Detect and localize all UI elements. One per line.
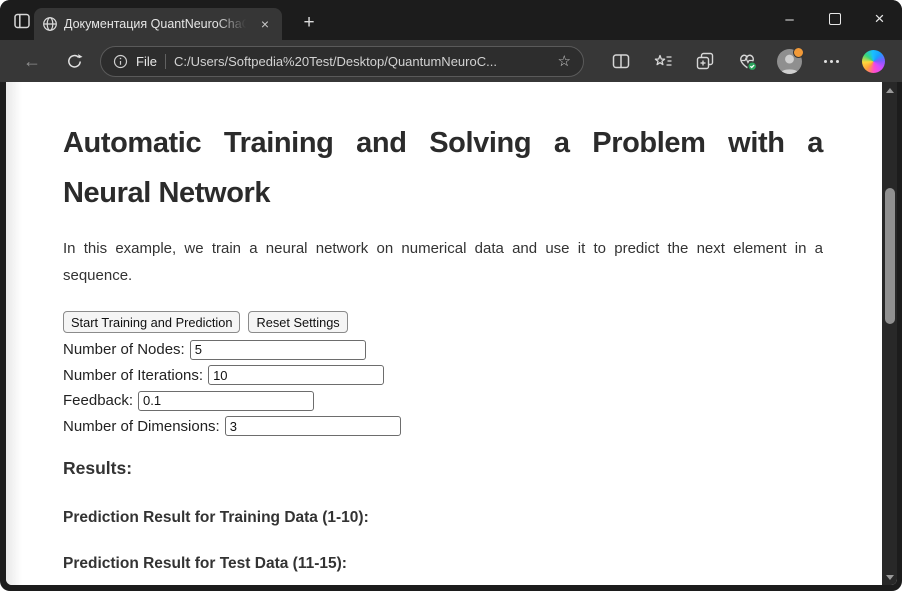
scroll-up-arrow-icon [885, 87, 894, 93]
settings-more-button[interactable] [810, 46, 852, 76]
dimensions-field-row: Number of Dimensions: [63, 414, 823, 440]
page-title-line1: Automatic Training and Solving a Problem… [63, 127, 823, 159]
reset-settings-button[interactable]: Reset Settings [248, 311, 348, 333]
page-title: Automatic Training and Solving a Problem… [63, 118, 823, 218]
browser-tab[interactable]: Документация QuantNeuroChaC × [34, 8, 282, 40]
iterations-field-row: Number of Iterations: [63, 363, 823, 389]
scroll-down-button[interactable] [882, 569, 897, 585]
training-controls: Start Training and Prediction Reset Sett… [63, 311, 823, 439]
results-heading: Results: [63, 458, 133, 478]
close-button[interactable]: × [857, 0, 902, 38]
intro-paragraph: In this example, we train a neural netwo… [63, 235, 823, 289]
page-title-line2: Neural Network [63, 177, 271, 209]
feedback-input[interactable] [138, 390, 315, 411]
test-result-heading: Prediction Result for Test Data (11-15): [63, 555, 347, 572]
heart-pulse-icon [737, 51, 758, 72]
back-button[interactable]: ← [18, 47, 46, 75]
scrollbar-thumb[interactable] [884, 188, 895, 324]
favorites-star-list-icon [653, 51, 674, 71]
feedback-label: Feedback: [63, 392, 134, 410]
tab-close-icon[interactable]: × [256, 15, 274, 33]
omnibox-separator [164, 53, 166, 69]
title-bar: Документация QuantNeuroChaC × + – × [0, 0, 902, 40]
intro-line1: In this example, we train a neural netwo… [63, 240, 823, 257]
collections-icon [695, 51, 715, 71]
profile-notification-badge [793, 47, 804, 58]
dimensions-input[interactable] [224, 416, 401, 437]
dimensions-label: Number of Dimensions: [63, 417, 220, 435]
url-scheme-label: File [136, 53, 157, 69]
start-training-button[interactable]: Start Training and Prediction [63, 311, 241, 333]
address-bar[interactable]: File C:/Users/Softpedia%20Test/Desktop/Q… [100, 45, 584, 77]
favorite-star-icon[interactable]: ☆ [558, 54, 571, 69]
tab-actions-menu-button[interactable] [10, 9, 34, 33]
nodes-input[interactable] [189, 339, 366, 360]
globe-icon [42, 16, 58, 32]
page-scrollbar[interactable] [882, 82, 897, 585]
copilot-button[interactable] [852, 46, 894, 76]
nodes-field-row: Number of Nodes: [63, 337, 823, 363]
browser-toolbar: ← File C:/Users/Softpedia%20Test/Desktop… [0, 40, 902, 82]
browser-window: Документация QuantNeuroChaC × + – × ← Fi… [0, 0, 902, 591]
feedback-field-row: Feedback: [63, 388, 823, 414]
ellipsis-icon [823, 59, 839, 63]
profile-button[interactable] [768, 46, 810, 76]
scroll-up-button[interactable] [882, 82, 897, 98]
training-result-heading: Prediction Result for Training Data (1-1… [63, 509, 369, 526]
split-screen-icon [611, 51, 631, 71]
window-controls: – × [767, 0, 902, 38]
nodes-label: Number of Nodes: [63, 341, 185, 359]
tab-title: Документация QuantNeuroChaC [64, 17, 250, 31]
favorites-button[interactable] [642, 46, 684, 76]
maximize-button[interactable] [812, 0, 857, 38]
info-icon [113, 54, 128, 69]
copilot-icon [861, 49, 885, 73]
scroll-down-arrow-icon [885, 574, 894, 580]
refresh-button[interactable] [60, 47, 88, 75]
page-content-area: Automatic Training and Solving a Problem… [6, 82, 897, 585]
url-text[interactable]: C:/Users/Softpedia%20Test/Desktop/Quantu… [174, 54, 550, 69]
new-tab-button[interactable]: + [296, 10, 322, 36]
tab-actions-icon [12, 11, 32, 31]
maximize-icon [828, 13, 841, 25]
browser-essentials-button[interactable] [726, 46, 768, 76]
collections-button[interactable] [684, 46, 726, 76]
minimize-button[interactable]: – [767, 0, 812, 38]
button-row: Start Training and Prediction Reset Sett… [63, 311, 823, 333]
refresh-icon [66, 53, 83, 70]
content-left-gutter [6, 82, 22, 585]
iterations-input[interactable] [208, 365, 385, 386]
toolbar-icon-cluster [600, 46, 894, 76]
split-screen-button[interactable] [600, 46, 642, 76]
iterations-label: Number of Iterations: [63, 366, 204, 384]
document-body: Automatic Training and Solving a Problem… [63, 82, 823, 573]
intro-line2: sequence. [63, 267, 133, 284]
